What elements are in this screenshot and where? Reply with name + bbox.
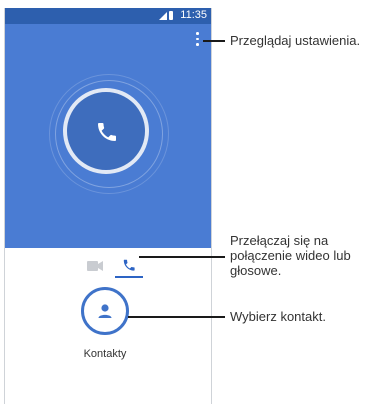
callout-toggle: Przełączaj się na połączenie wideo lub g…	[230, 233, 351, 278]
callout-toggle-line3: głosowe.	[230, 263, 282, 278]
callout-toggle-line2: połączenie wideo lub	[230, 248, 351, 263]
call-panel	[5, 24, 211, 248]
video-call-toggle[interactable]	[81, 254, 109, 278]
callout-toggle-line1: Przełączaj się na	[230, 233, 329, 248]
callout-settings: Przeglądaj ustawienia.	[230, 33, 361, 48]
callout-line-contact	[128, 316, 225, 318]
contacts-label: Kontakty	[83, 348, 127, 360]
contacts-button[interactable]	[81, 287, 129, 335]
phone-screen: 11:35 Kontakty	[4, 8, 212, 404]
phone-icon	[98, 123, 116, 141]
callout-line-toggle	[139, 256, 225, 258]
status-bar: 11:35	[5, 8, 211, 24]
battery-icon	[169, 11, 173, 20]
signal-icon	[159, 12, 167, 20]
call-button[interactable]	[63, 88, 149, 174]
videocam-icon	[87, 261, 103, 271]
status-time: 11:35	[180, 9, 207, 21]
callout-line-settings	[203, 40, 225, 42]
callout-contact: Wybierz kontakt.	[230, 309, 326, 324]
more-vert-icon[interactable]	[193, 30, 201, 48]
person-icon	[98, 304, 112, 318]
